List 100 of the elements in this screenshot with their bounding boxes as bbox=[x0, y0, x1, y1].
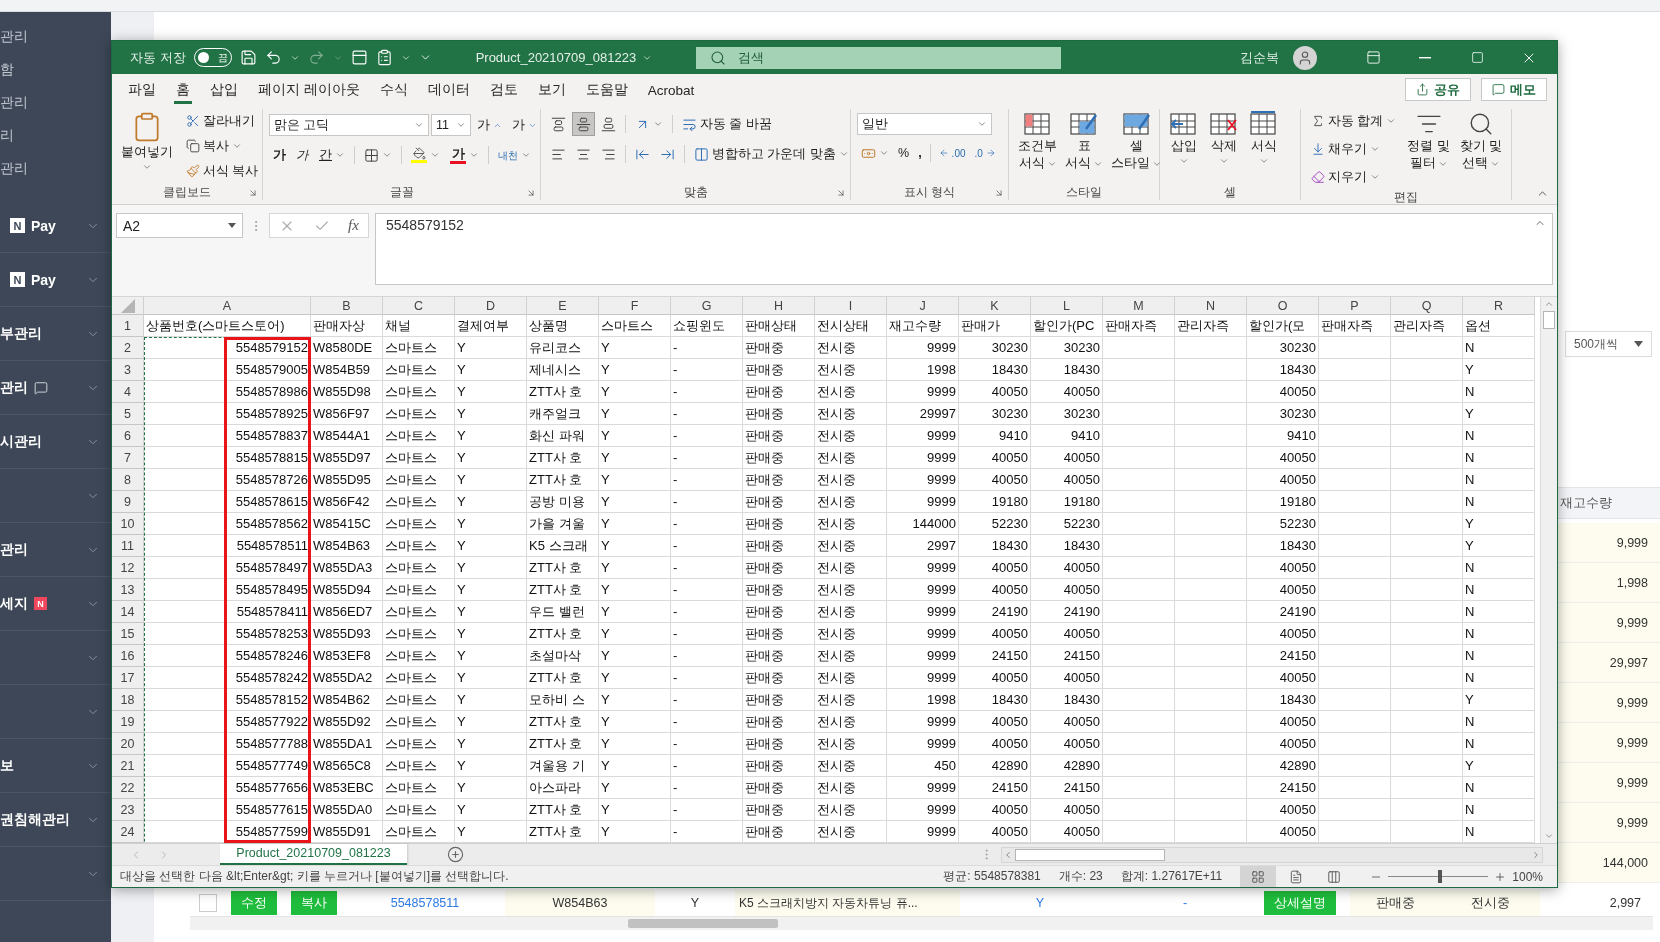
menu-tab[interactable]: 파일 bbox=[126, 79, 158, 104]
dialog-launcher-icon[interactable] bbox=[994, 187, 1004, 198]
row-header[interactable]: 5 bbox=[112, 403, 144, 425]
menu-tab[interactable]: 보기 bbox=[535, 79, 568, 104]
slider-thumb[interactable] bbox=[1438, 870, 1443, 883]
zoom-in-icon[interactable] bbox=[1494, 870, 1507, 883]
italic-button[interactable]: 가 bbox=[292, 143, 313, 167]
scroll-thumb[interactable] bbox=[1543, 311, 1555, 329]
row-header[interactable]: 3 bbox=[112, 359, 144, 381]
underline-button[interactable]: 간 bbox=[315, 143, 349, 167]
menu-tab[interactable]: 도움말 bbox=[583, 79, 630, 104]
column-header[interactable]: F bbox=[599, 297, 671, 315]
row-header[interactable]: 17 bbox=[112, 667, 144, 689]
conditional-format-button[interactable]: 조건부 서식 bbox=[1015, 109, 1060, 173]
dialog-launcher-icon[interactable] bbox=[248, 187, 258, 198]
row-header[interactable]: 24 bbox=[112, 821, 144, 843]
copy-button[interactable]: 복사 bbox=[182, 134, 263, 158]
column-header[interactable]: L bbox=[1031, 297, 1103, 315]
column-header[interactable]: J bbox=[887, 297, 959, 315]
redo-icon[interactable] bbox=[307, 49, 325, 66]
comma-button[interactable]: , bbox=[914, 141, 926, 165]
column-header[interactable]: D bbox=[455, 297, 527, 315]
column-header[interactable]: N bbox=[1175, 297, 1247, 315]
sidebar-item[interactable]: 관리 bbox=[0, 20, 111, 53]
sidebar-item[interactable]: 관리 bbox=[0, 152, 111, 185]
row-header[interactable]: 4 bbox=[112, 381, 144, 403]
format-table-button[interactable]: 표 서식 bbox=[1062, 109, 1106, 173]
percent-button[interactable]: % bbox=[894, 141, 914, 165]
comments-button[interactable]: 메모 bbox=[1481, 78, 1547, 101]
font-size-dropdown[interactable]: 11 bbox=[431, 114, 471, 136]
horizontal-scrollbar[interactable] bbox=[190, 916, 1653, 930]
scroll-thumb[interactable] bbox=[1015, 848, 1165, 861]
vertical-scrollbar[interactable] bbox=[1540, 297, 1557, 843]
row-header[interactable]: 16 bbox=[112, 645, 144, 667]
row-header[interactable]: 9 bbox=[112, 491, 144, 513]
add-decimal-button[interactable]: .00 bbox=[934, 141, 970, 165]
file-title[interactable]: Product_20210709_081223 bbox=[469, 49, 659, 66]
wrap-text-button[interactable]: 자동 줄 바꿈 bbox=[678, 112, 776, 136]
scroll-thumb[interactable] bbox=[628, 919, 778, 928]
row-header[interactable]: 20 bbox=[112, 733, 144, 755]
column-header[interactable]: K bbox=[959, 297, 1031, 315]
menu-tab[interactable]: 수식 bbox=[377, 79, 410, 104]
fill-button[interactable]: 채우기 bbox=[1307, 137, 1401, 161]
view-button[interactable] bbox=[1240, 866, 1277, 887]
row-header[interactable]: 1 bbox=[112, 315, 144, 337]
merge-center-button[interactable]: 병합하고 가운데 맞춤 bbox=[690, 142, 853, 166]
share-button[interactable]: 공유 bbox=[1405, 78, 1471, 101]
delete-button[interactable]: 삭제 bbox=[1206, 109, 1242, 168]
column-header[interactable]: Q bbox=[1391, 297, 1463, 315]
row-header[interactable]: 12 bbox=[112, 557, 144, 579]
row-header[interactable]: 7 bbox=[112, 447, 144, 469]
column-header[interactable]: A bbox=[144, 297, 311, 315]
cell-styles-button[interactable]: 셀 스타일 bbox=[1108, 109, 1165, 173]
row-header[interactable]: 8 bbox=[112, 469, 144, 491]
column-header[interactable]: O bbox=[1247, 297, 1319, 315]
row-checkbox[interactable] bbox=[198, 894, 217, 912]
search-bar[interactable]: 검색 bbox=[696, 46, 1062, 69]
sidebar-item[interactable]: 함 bbox=[0, 53, 111, 86]
save-icon[interactable] bbox=[239, 49, 257, 66]
autosum-button[interactable]: 자동 합계 bbox=[1307, 109, 1401, 133]
row-header[interactable]: 10 bbox=[112, 513, 144, 535]
sort-filter-button[interactable]: 정렬 및 필터 bbox=[1404, 109, 1453, 173]
row-header[interactable]: 21 bbox=[112, 755, 144, 777]
column-header[interactable]: H bbox=[743, 297, 815, 315]
font-name-dropdown[interactable]: 맑은 고딕 bbox=[269, 114, 429, 136]
paste-button[interactable]: 붙여넣기 bbox=[118, 109, 176, 174]
column-header[interactable]: E bbox=[527, 297, 599, 315]
dialog-launcher-icon[interactable] bbox=[526, 187, 536, 198]
row-header[interactable]: 19 bbox=[112, 711, 144, 733]
column-header[interactable]: M bbox=[1103, 297, 1175, 315]
menu-tab[interactable]: 삽입 bbox=[208, 79, 240, 104]
format-button[interactable]: 서식 bbox=[1246, 109, 1282, 168]
column-header[interactable]: P bbox=[1319, 297, 1391, 315]
sidebar-item[interactable]: 리 bbox=[0, 119, 111, 152]
row-header[interactable]: 23 bbox=[112, 799, 144, 821]
menu-tab[interactable]: 데이터 bbox=[425, 79, 472, 104]
grow-font-button[interactable]: 가 bbox=[473, 113, 506, 137]
row-header[interactable]: 18 bbox=[112, 689, 144, 711]
row-header[interactable]: 6 bbox=[112, 425, 144, 447]
format-painter-button[interactable]: 서식 복사 bbox=[182, 159, 263, 183]
remove-decimal-button[interactable]: .0 bbox=[970, 141, 1000, 165]
clipboard-icon[interactable] bbox=[375, 49, 393, 66]
align-button[interactable] bbox=[572, 112, 595, 136]
insert-button[interactable]: 삽입 bbox=[1166, 109, 1202, 168]
row-header[interactable]: 11 bbox=[112, 535, 144, 557]
sidebar-item[interactable]: 관리 bbox=[0, 86, 111, 119]
column-header[interactable]: I bbox=[815, 297, 887, 315]
horizontal-scrollbar[interactable] bbox=[1001, 846, 1543, 863]
sheet-tab[interactable]: Product_20210709_081223 bbox=[220, 843, 407, 866]
formula-field[interactable]: 5548579152 bbox=[375, 213, 1553, 285]
select-all-icon[interactable] bbox=[120, 298, 135, 313]
shrink-font-button[interactable]: 가 bbox=[508, 113, 541, 137]
number-format-dropdown[interactable]: 일반 bbox=[857, 113, 992, 135]
add-sheet-icon[interactable] bbox=[447, 846, 464, 863]
row-header[interactable]: 15 bbox=[112, 623, 144, 645]
dialog-launcher-icon[interactable] bbox=[836, 187, 846, 198]
name-box[interactable]: A2 bbox=[116, 213, 243, 238]
page-size-dropdown[interactable]: 500개씩 bbox=[1565, 331, 1652, 357]
insert-function-button[interactable]: fx bbox=[347, 217, 359, 234]
row-header[interactable]: 22 bbox=[112, 777, 144, 799]
